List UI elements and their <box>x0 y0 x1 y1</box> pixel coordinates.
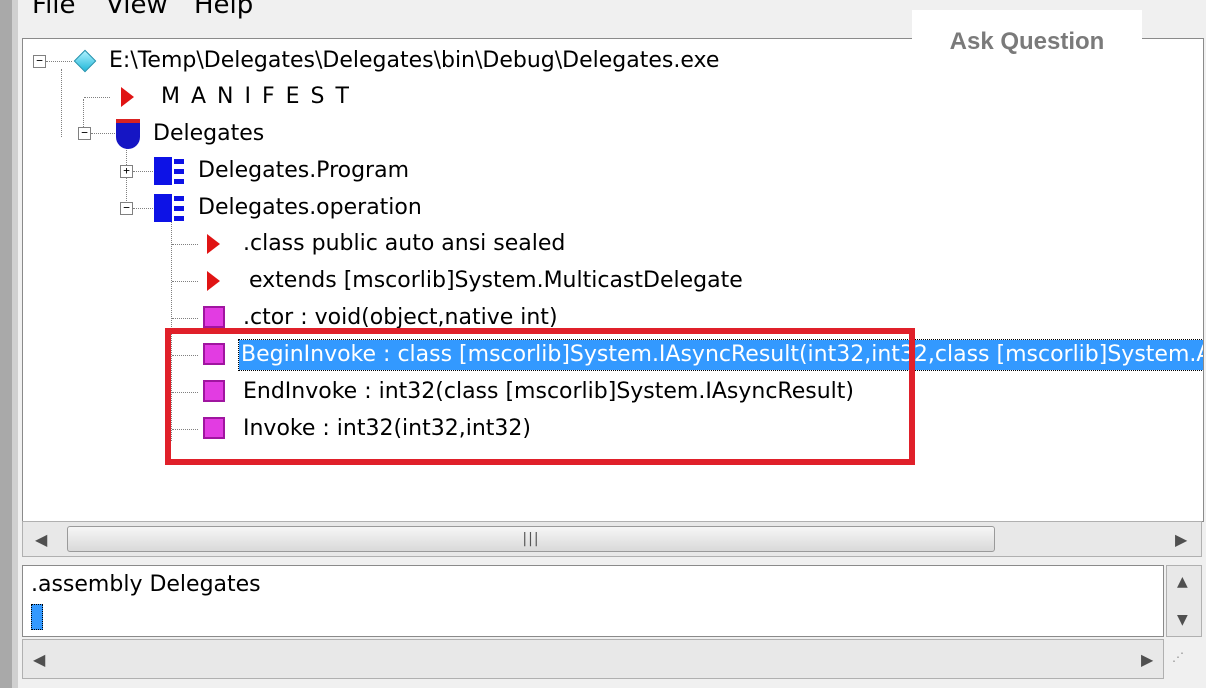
tree-line <box>172 244 198 245</box>
tree-item-ctor[interactable]: .ctor : void(object,native int) <box>243 303 558 333</box>
root-collapse-toggle[interactable]: − <box>33 55 46 68</box>
manifest-triangle-icon <box>121 87 134 107</box>
tree-line <box>46 61 72 62</box>
method-icon <box>203 343 225 365</box>
tree-line <box>83 99 84 129</box>
scroll-right-arrow-icon[interactable]: ▶ <box>1175 530 1187 549</box>
text-pane-vertical-scrollbar[interactable]: ▲ ▼ <box>1166 565 1202 637</box>
tree-item-program[interactable]: Delegates.Program <box>198 156 409 186</box>
assembly-diamond-icon <box>73 49 97 73</box>
scroll-up-arrow-icon[interactable]: ▲ <box>1177 574 1188 590</box>
tree-line <box>171 217 172 441</box>
tree-line <box>172 281 198 282</box>
il-text-line: .assembly Delegates <box>31 572 261 597</box>
tree-line <box>172 318 198 319</box>
namespace-collapse-toggle[interactable]: − <box>78 127 91 140</box>
tree-item-operation[interactable]: Delegates.operation <box>198 193 422 223</box>
tree-item-extends[interactable]: extends [mscorlib]System.MulticastDelega… <box>249 266 743 296</box>
tree-item-invoke[interactable]: Invoke : int32(int32,int32) <box>243 414 531 444</box>
tree-line <box>91 133 115 134</box>
scroll-left-arrow-icon[interactable]: ◀ <box>33 650 45 669</box>
il-text-pane[interactable]: .assembly Delegates <box>22 565 1164 637</box>
method-icon <box>203 380 225 402</box>
window-left-border <box>0 0 12 688</box>
window-left-border-inner <box>12 0 18 688</box>
tree-item-namespace[interactable]: Delegates <box>153 119 264 149</box>
ildasm-window: File View Help − E:\Temp\Delegates\Deleg… <box>0 0 1206 688</box>
extends-triangle-icon <box>207 271 220 291</box>
program-expand-toggle[interactable]: + <box>120 165 133 178</box>
class-icon <box>154 157 184 185</box>
tree-line <box>172 429 198 430</box>
scroll-down-arrow-icon[interactable]: ▼ <box>1177 612 1188 628</box>
method-icon <box>203 417 225 439</box>
menu-help[interactable]: Help <box>194 0 253 20</box>
scrollbar-thumb[interactable]: ||| <box>67 526 995 552</box>
tree-view[interactable]: − E:\Temp\Delegates\Delegates\bin\Debug\… <box>22 38 1204 522</box>
tree-item-manifest[interactable]: M A N I F E S T <box>161 82 351 112</box>
resize-grip-icon[interactable]: ⋰ <box>1172 650 1184 664</box>
text-caret <box>31 604 43 630</box>
tree-line <box>172 392 198 393</box>
class-decl-triangle-icon <box>207 234 220 254</box>
tree-item-root[interactable]: E:\Temp\Delegates\Delegates\bin\Debug\De… <box>109 46 719 76</box>
tree-line <box>133 208 153 209</box>
tree-line <box>133 171 153 172</box>
tree-item-class-decl[interactable]: .class public auto ansi sealed <box>243 229 565 259</box>
class-icon <box>154 194 184 222</box>
method-icon <box>203 306 225 328</box>
scroll-right-arrow-icon[interactable]: ▶ <box>1141 650 1153 669</box>
tree-item-begin-invoke[interactable]: BeginInvoke : class [mscorlib]System.IAs… <box>237 339 1203 371</box>
operation-collapse-toggle[interactable]: − <box>120 202 133 215</box>
menu-view[interactable]: View <box>106 0 168 20</box>
ask-question-button[interactable]: Ask Question <box>912 10 1142 74</box>
tree-line <box>61 69 62 137</box>
tree-horizontal-scrollbar[interactable]: ◀ ||| ▶ <box>22 521 1202 557</box>
namespace-shield-icon <box>116 119 140 149</box>
menu-file[interactable]: File <box>32 0 76 20</box>
text-pane-horizontal-scrollbar[interactable]: ◀ ▶ <box>22 639 1164 679</box>
tree-line <box>84 97 110 98</box>
tree-item-end-invoke[interactable]: EndInvoke : int32(class [mscorlib]System… <box>243 377 854 407</box>
tree-line <box>172 355 198 356</box>
scroll-left-arrow-icon[interactable]: ◀ <box>35 530 47 549</box>
thumb-grip-icon: ||| <box>522 531 540 547</box>
